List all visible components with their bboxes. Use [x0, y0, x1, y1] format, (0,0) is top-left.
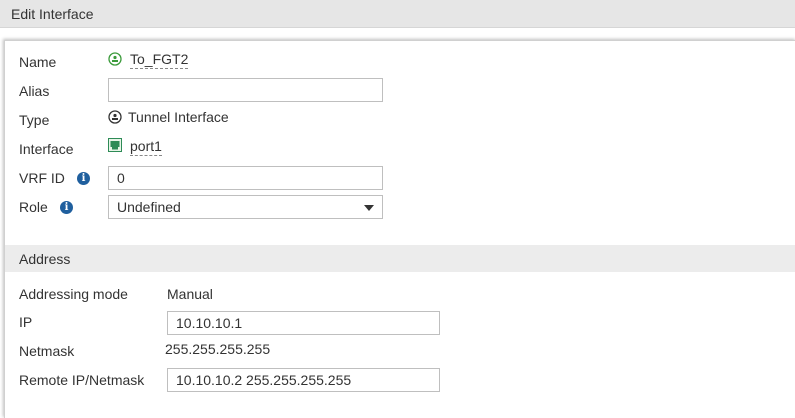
dialog-title: Edit Interface: [11, 6, 94, 22]
interface-value[interactable]: port1: [130, 138, 162, 156]
alias-input[interactable]: [108, 78, 383, 102]
tunnel-icon: [108, 52, 122, 66]
dialog-title-bar: Edit Interface: [0, 0, 795, 28]
netmask-value: 255.255.255.255: [165, 341, 271, 357]
chevron-down-icon: [364, 205, 374, 211]
ip-input[interactable]: [167, 311, 440, 335]
addressing-mode-label: Addressing mode: [19, 286, 128, 302]
vrf-id-input[interactable]: [108, 166, 383, 190]
ip-label: IP: [19, 314, 33, 330]
alias-label: Alias: [19, 83, 50, 99]
vrf-info-icon[interactable]: i: [77, 172, 90, 185]
ethernet-port-icon: [108, 138, 122, 152]
netmask-label: Netmask: [19, 343, 75, 359]
type-label: Type: [19, 112, 50, 128]
vrf-id-label: VRF ID: [19, 170, 65, 186]
addressing-mode-value: Manual: [167, 286, 213, 302]
name-value[interactable]: To_FGT2: [130, 51, 189, 69]
role-label: Role: [19, 199, 48, 215]
type-value: Tunnel Interface: [128, 109, 229, 125]
interface-label: Interface: [19, 141, 74, 157]
name-label: Name: [19, 54, 57, 70]
address-section-title: Address: [19, 251, 71, 267]
edit-interface-panel: Name To_FGT2 Alias Type Tunnel Interface…: [4, 40, 795, 418]
tunnel-icon: [108, 110, 122, 124]
address-section-header: Address: [5, 245, 795, 272]
remote-ip-netmask-input[interactable]: [167, 368, 440, 392]
role-select[interactable]: Undefined: [108, 195, 383, 219]
role-info-icon[interactable]: i: [60, 201, 73, 214]
role-selected-value: Undefined: [117, 199, 181, 215]
remote-ip-netmask-label: Remote IP/Netmask: [19, 372, 145, 388]
